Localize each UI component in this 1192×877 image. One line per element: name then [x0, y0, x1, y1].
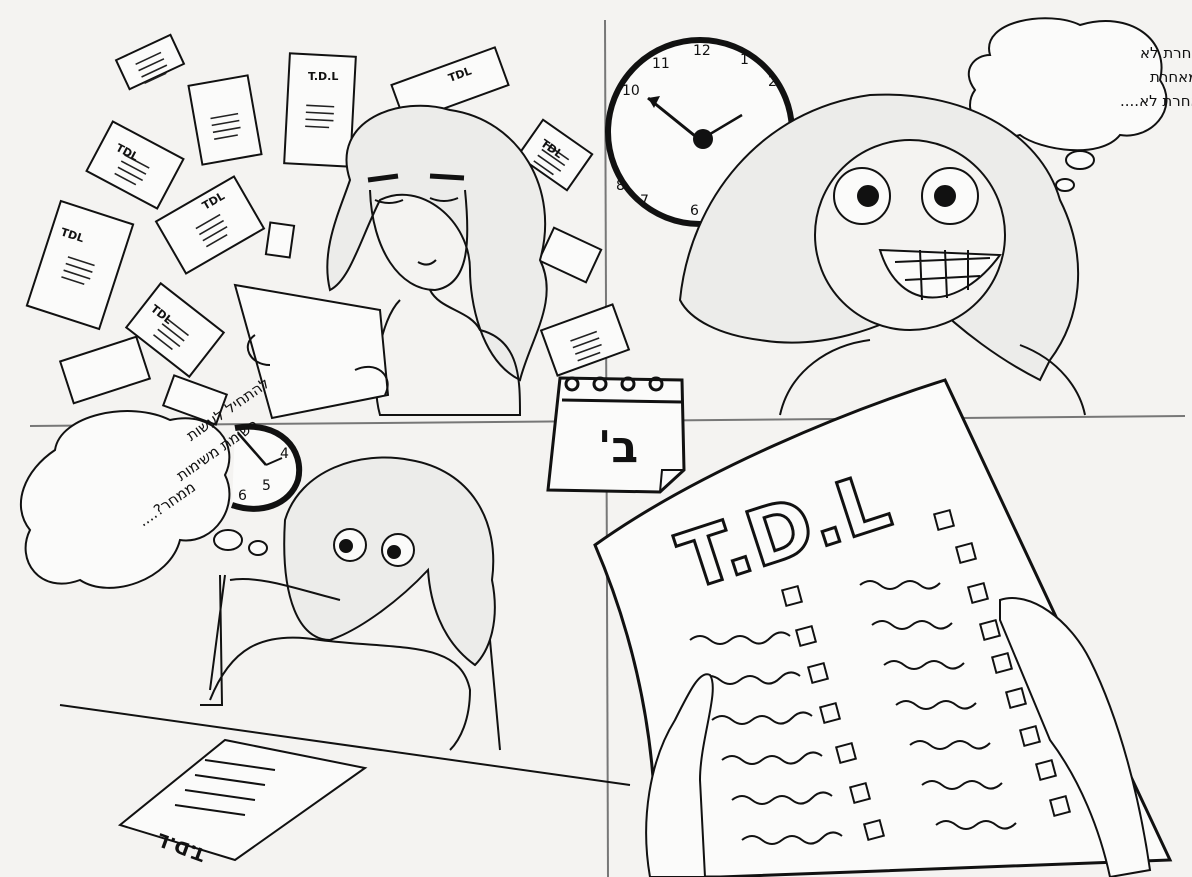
comic-art: T.D.L TDL TDL TDL TDL TDL TDL 12 1 2 11 …: [20, 17, 1192, 877]
clock-number: 10: [622, 83, 640, 99]
thought-line: לא מאחרת לא....: [1120, 92, 1192, 110]
paper-label: T.D.L: [308, 70, 338, 83]
thought-line: מאחרת לא מאחרת: [1150, 68, 1192, 86]
panel-3: 4 5 6 להתחיל לעשות רשימת משימות ממחר?...…: [20, 374, 631, 865]
panel-2: 12 1 2 11 10 8 7 6 לא מאחרת לא מאחרת לא …: [605, 17, 1192, 416]
clock-number: 11: [652, 56, 670, 72]
clock-number: 8: [616, 178, 625, 194]
desk-paper: T.D.L: [117, 738, 368, 865]
clock-number: 12: [693, 43, 711, 59]
clock-number: 6: [238, 488, 247, 504]
clock-number: 1: [740, 52, 749, 68]
clock-number: 2: [768, 74, 777, 90]
calendar-day-letter: ב': [598, 422, 638, 473]
clock-number: 7: [640, 193, 649, 209]
calendar: ב': [546, 376, 686, 494]
clock-number: 5: [262, 478, 271, 494]
panel-1: T.D.L TDL TDL TDL TDL TDL TDL: [25, 33, 631, 426]
girl-reading: [233, 104, 548, 420]
clock-number: 4: [280, 446, 289, 462]
clock-number: 6: [690, 203, 699, 219]
comic-page: T.D.L TDL TDL TDL TDL TDL TDL 12 1 2 11 …: [0, 0, 1192, 877]
thought-line: לא מאחרת לא: [1140, 44, 1192, 62]
